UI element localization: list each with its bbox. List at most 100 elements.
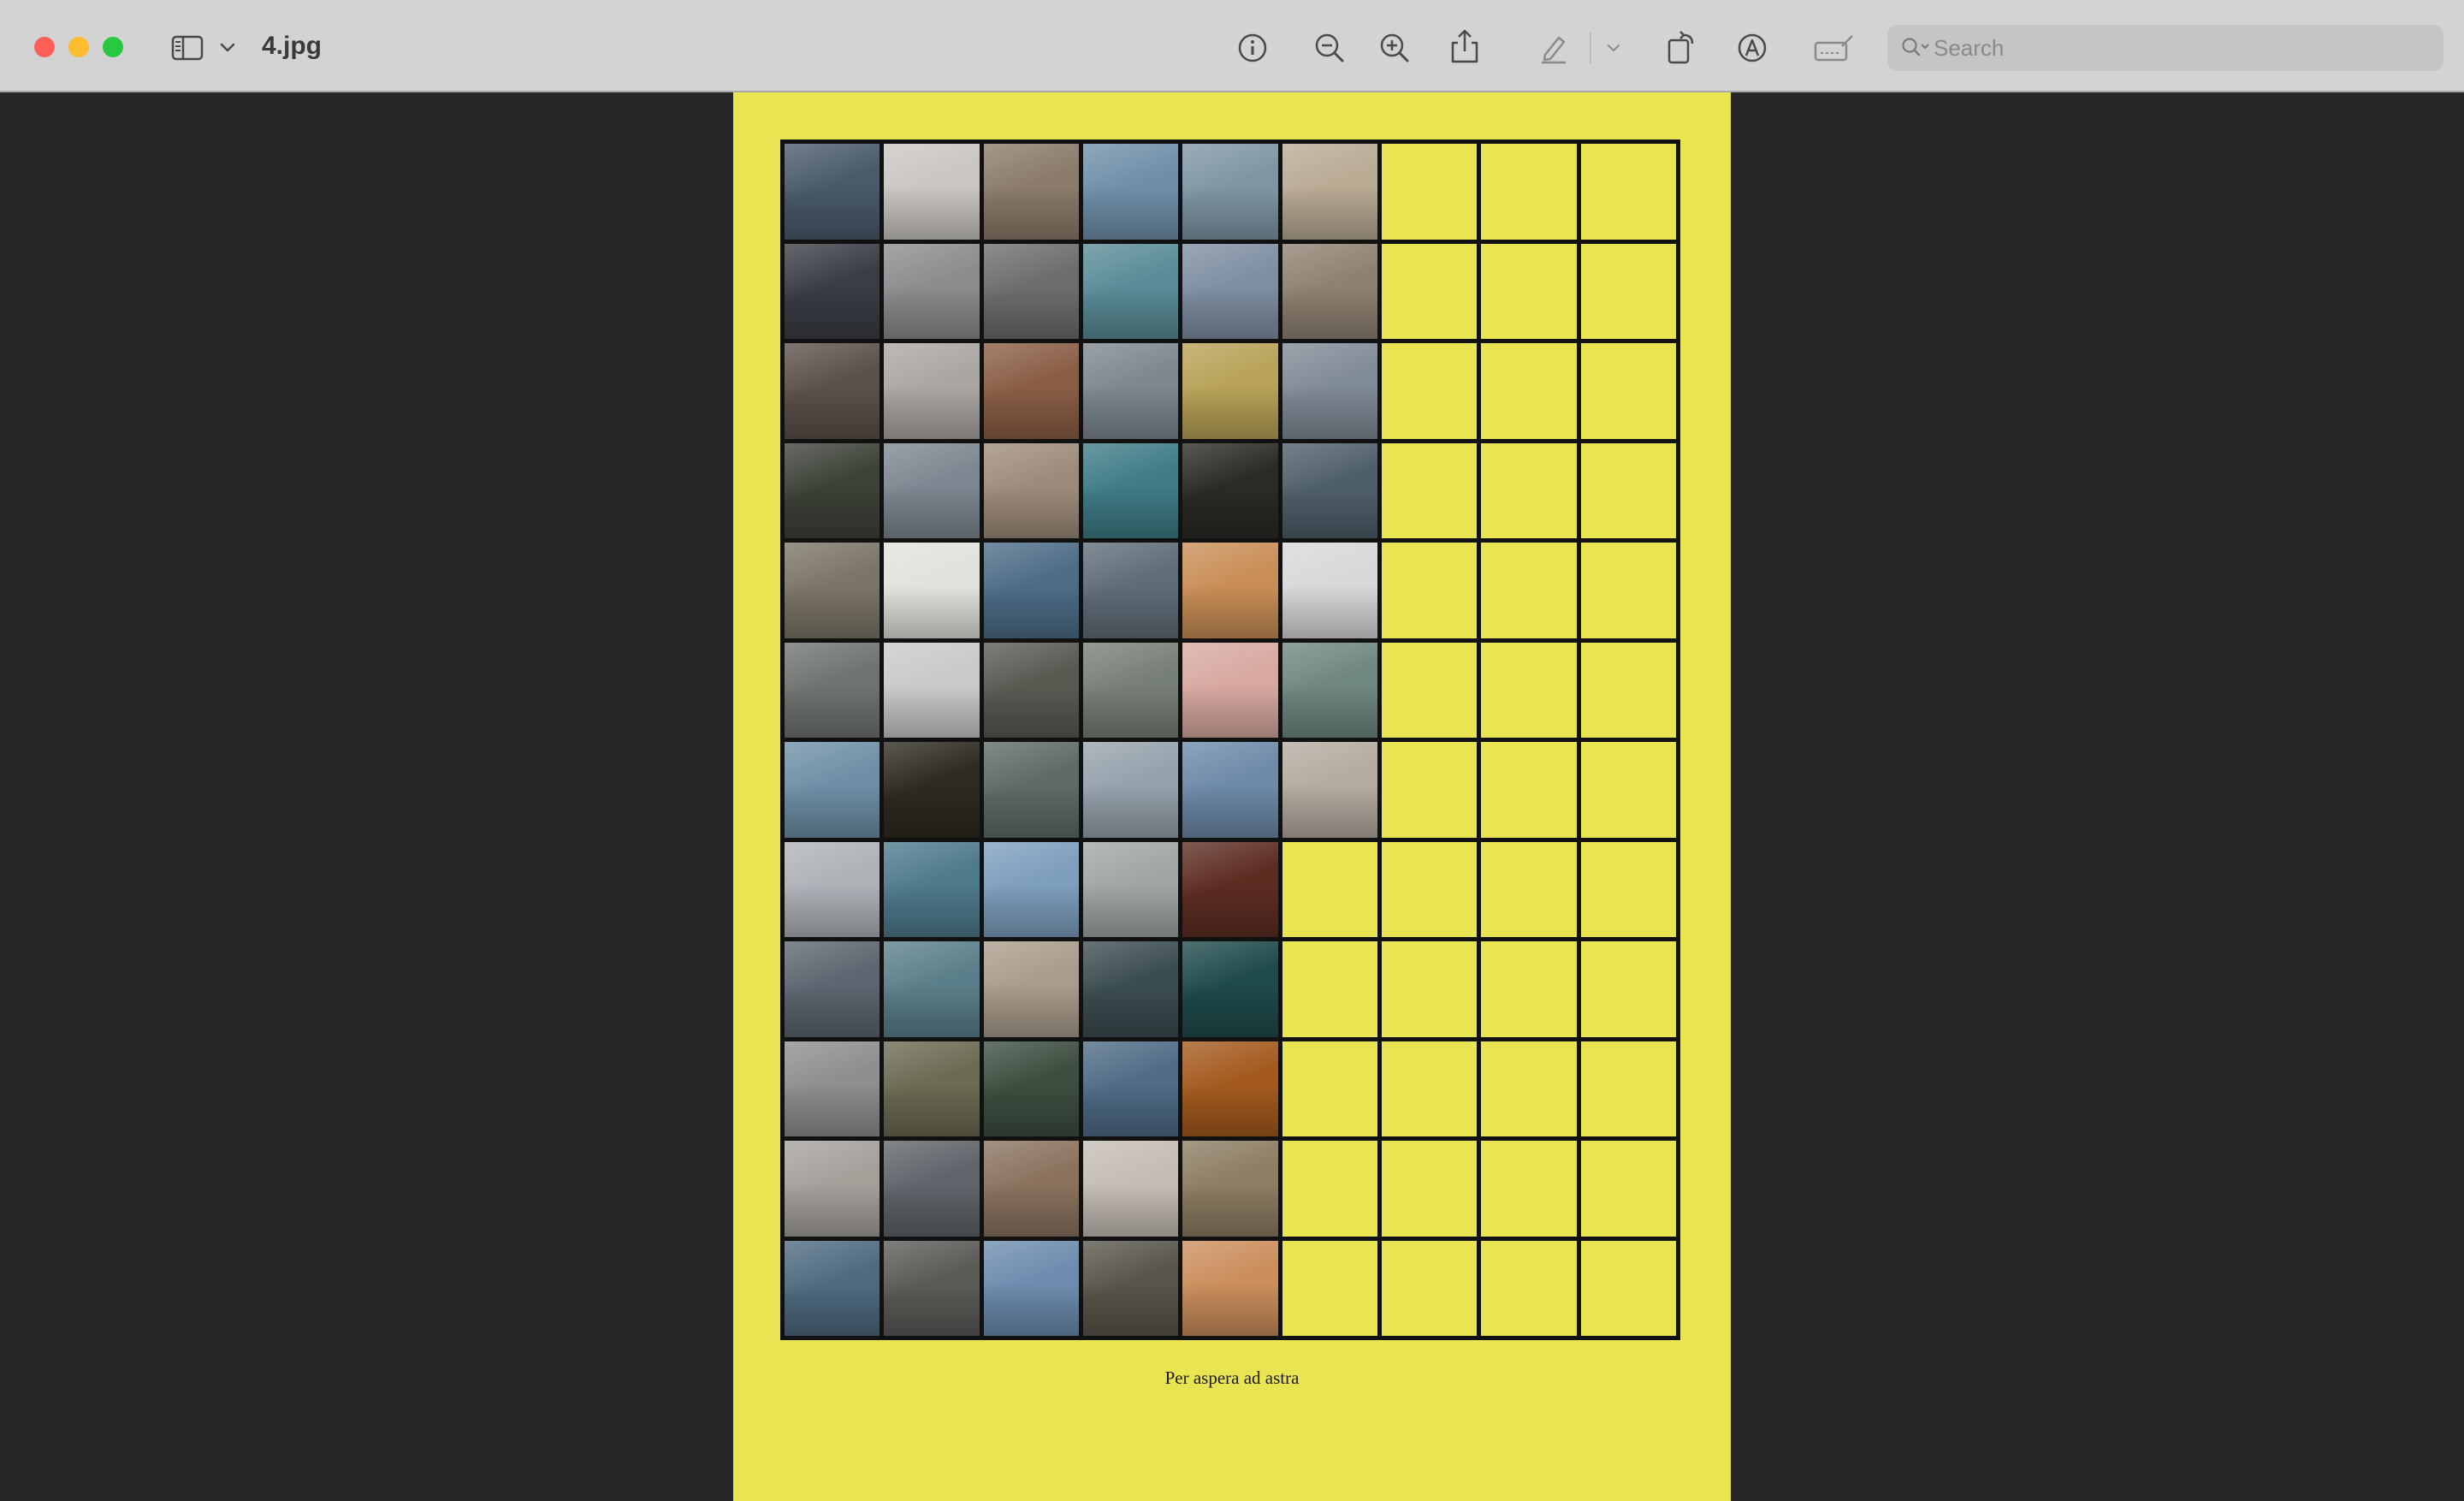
close-window-button[interactable] — [34, 37, 55, 57]
photo-thumbnail — [1182, 642, 1278, 738]
empty-grid-cell — [1282, 1240, 1377, 1336]
empty-grid-cell — [1580, 642, 1676, 738]
empty-grid-cell — [1580, 442, 1676, 538]
photo-thumbnail — [983, 1141, 1079, 1237]
photo-thumbnail — [1282, 442, 1377, 538]
photo-thumbnail — [1083, 1240, 1179, 1336]
chevron-down-icon — [1608, 44, 1620, 51]
empty-grid-cell — [1580, 841, 1676, 937]
photo-thumbnail — [1083, 1041, 1179, 1136]
zoom-in-button[interactable] — [1376, 29, 1413, 67]
empty-grid-cell — [1282, 1141, 1377, 1237]
search-field[interactable] — [1887, 25, 2443, 71]
info-icon — [1238, 33, 1267, 62]
empty-grid-cell — [1580, 941, 1676, 1037]
photo-thumbnail — [785, 1240, 880, 1336]
toolbar-separator — [1590, 33, 1591, 63]
photo-thumbnail — [1182, 841, 1278, 937]
markup-button[interactable] — [1733, 29, 1771, 67]
photo-thumbnail — [884, 642, 980, 738]
signature-icon — [1814, 35, 1853, 62]
empty-grid-cell — [1481, 941, 1577, 1037]
photo-thumbnail — [983, 941, 1079, 1037]
empty-grid-cell — [1481, 642, 1577, 738]
empty-grid-cell — [1382, 442, 1478, 538]
rotate-button[interactable] — [1663, 27, 1701, 67]
markup-icon — [1738, 33, 1767, 62]
empty-grid-cell — [1580, 1141, 1676, 1237]
sidebar-options-button[interactable] — [217, 38, 238, 58]
share-icon — [1451, 29, 1478, 63]
photo-thumbnail — [1282, 144, 1377, 240]
photo-thumbnail — [1083, 144, 1179, 240]
photo-thumbnail — [983, 243, 1079, 339]
empty-grid-cell — [1481, 543, 1577, 638]
photo-thumbnail — [884, 1041, 980, 1136]
photo-thumbnail — [983, 1240, 1079, 1336]
empty-grid-cell — [1580, 343, 1676, 439]
empty-grid-cell — [1580, 1240, 1676, 1336]
photo-thumbnail — [884, 841, 980, 937]
photo-thumbnail — [983, 442, 1079, 538]
empty-grid-cell — [1481, 841, 1577, 937]
highlight-button[interactable] — [1535, 29, 1573, 67]
empty-grid-cell — [1382, 243, 1478, 339]
highlight-options-button[interactable] — [1603, 38, 1624, 58]
photo-thumbnail — [1282, 343, 1377, 439]
photo-thumbnail — [1182, 742, 1278, 838]
share-button[interactable] — [1446, 26, 1484, 67]
photo-thumbnail — [1282, 243, 1377, 339]
photo-thumbnail — [1282, 742, 1377, 838]
empty-grid-cell — [1382, 841, 1478, 937]
photo-thumbnail — [1182, 343, 1278, 439]
photo-thumbnail — [983, 1041, 1079, 1136]
minimize-window-button[interactable] — [68, 37, 89, 57]
empty-grid-cell — [1282, 1041, 1377, 1136]
photo-thumbnail — [884, 543, 980, 638]
photo-thumbnail — [785, 841, 880, 937]
empty-grid-cell — [1382, 1041, 1478, 1136]
photo-thumbnail — [785, 543, 880, 638]
signature-button[interactable] — [1812, 29, 1857, 67]
photo-thumbnail — [785, 1041, 880, 1136]
sidebar-toggle-button[interactable] — [169, 33, 207, 63]
zoom-out-button[interactable] — [1311, 29, 1348, 67]
photo-thumbnail — [983, 543, 1079, 638]
photo-thumbnail — [1182, 1240, 1278, 1336]
photo-thumbnail — [983, 642, 1079, 738]
empty-grid-cell — [1580, 144, 1676, 240]
photo-thumbnail — [884, 1141, 980, 1237]
info-button[interactable] — [1234, 29, 1271, 67]
empty-grid-cell — [1382, 1240, 1478, 1336]
photo-thumbnail — [1282, 543, 1377, 638]
photo-thumbnail — [1083, 442, 1179, 538]
empty-grid-cell — [1481, 1141, 1577, 1237]
document-viewer[interactable]: Per aspera ad astra — [0, 92, 2464, 1501]
photo-thumbnail — [1182, 543, 1278, 638]
zoom-window-button[interactable] — [103, 37, 123, 57]
search-icon — [1902, 38, 1929, 56]
empty-grid-cell — [1382, 742, 1478, 838]
photo-thumbnail — [1083, 543, 1179, 638]
photo-thumbnail — [785, 243, 880, 339]
photo-thumbnail — [1083, 742, 1179, 838]
photo-thumbnail — [1083, 642, 1179, 738]
empty-grid-cell — [1481, 1041, 1577, 1136]
empty-grid-cell — [1382, 144, 1478, 240]
rotate-icon — [1667, 31, 1694, 64]
empty-grid-cell — [1382, 642, 1478, 738]
empty-grid-cell — [1580, 543, 1676, 638]
photo-thumbnail — [785, 144, 880, 240]
photo-thumbnail — [1083, 343, 1179, 439]
photo-thumbnail — [884, 742, 980, 838]
photo-thumbnail — [785, 343, 880, 439]
empty-grid-cell — [1481, 343, 1577, 439]
photo-thumbnail — [884, 343, 980, 439]
empty-grid-cell — [1382, 343, 1478, 439]
photo-thumbnail — [884, 243, 980, 339]
photo-thumbnail — [1083, 243, 1179, 339]
empty-grid-cell — [1282, 941, 1377, 1037]
chevron-down-icon — [220, 43, 235, 52]
photo-thumbnail — [785, 642, 880, 738]
search-input[interactable] — [1934, 25, 2430, 71]
